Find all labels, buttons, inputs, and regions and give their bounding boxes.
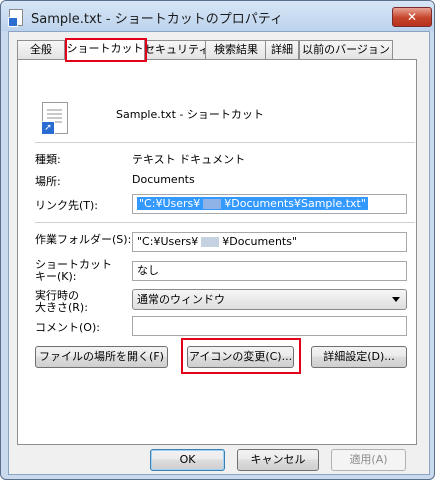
open-file-location-button[interactable]: ファイルの場所を開く(F) xyxy=(35,346,168,368)
change-icon-button[interactable]: アイコンの変更(C)... xyxy=(187,346,294,368)
redacted-username xyxy=(201,237,220,247)
workdir-label: 作業フォルダー(S): xyxy=(35,233,132,246)
divider xyxy=(35,142,415,144)
window-title: Sample.txt - ショートカットのプロパティ xyxy=(31,12,283,27)
shortcut-file-icon xyxy=(8,9,23,27)
comment-label: コメント(O): xyxy=(35,321,100,334)
file-name: Sample.txt - ショートカット xyxy=(116,108,264,121)
location-value: Documents xyxy=(132,173,195,186)
chevron-down-icon xyxy=(392,297,400,302)
ok-button[interactable]: OK xyxy=(150,449,225,471)
divider xyxy=(35,222,415,224)
close-button[interactable]: ✕ xyxy=(392,7,432,27)
target-label: リンク先(T): xyxy=(35,199,99,212)
title-bar[interactable]: Sample.txt - ショートカットのプロパティ ✕ xyxy=(1,1,434,31)
dialog-body: 全般 ショートカット セキュリティ 検索結果 詳細 以前のバージョン ➚ Sam… xyxy=(8,31,430,475)
hotkey-label-line2: キー(K): xyxy=(35,270,77,283)
tab-general[interactable]: 全般 xyxy=(17,40,65,59)
target-field[interactable]: "C:¥Users¥ ¥Documents¥Sample.txt" xyxy=(132,194,407,214)
advanced-button[interactable]: 詳細設定(D)... xyxy=(311,346,407,368)
cancel-button[interactable]: キャンセル xyxy=(237,449,319,471)
comment-field[interactable] xyxy=(132,316,407,336)
tab-shortcut[interactable]: ショートカット xyxy=(65,38,145,61)
location-label: 場所: xyxy=(35,175,61,188)
type-value: テキスト ドキュメント xyxy=(132,153,246,166)
run-label-line2: 大きさ(R): xyxy=(35,301,88,314)
properties-window: Sample.txt - ショートカットのプロパティ ✕ 全般 ショートカット … xyxy=(0,0,435,480)
tab-previous-versions[interactable]: 以前のバージョン xyxy=(299,40,393,59)
text-file-shortcut-icon: ➚ xyxy=(41,102,68,135)
type-label: 種類: xyxy=(35,153,61,166)
shortcut-panel: ➚ Sample.txt - ショートカット 種類: テキスト ドキュメント 場… xyxy=(17,59,417,445)
workdir-field[interactable]: "C:¥Users¥ ¥Documents" xyxy=(132,232,407,252)
tab-details[interactable]: 詳細 xyxy=(265,40,299,59)
apply-button[interactable]: 適用(A) xyxy=(331,449,406,471)
hotkey-field[interactable]: なし xyxy=(132,261,407,281)
run-size-value: 通常のウィンドウ xyxy=(137,293,225,306)
target-selection: "C:¥Users¥ ¥Documents¥Sample.txt" xyxy=(137,197,368,210)
tab-search-results[interactable]: 検索結果 xyxy=(205,40,267,59)
tab-security[interactable]: セキュリティ xyxy=(143,40,209,59)
redacted-username xyxy=(203,199,222,209)
run-size-dropdown[interactable]: 通常のウィンドウ xyxy=(132,289,407,310)
